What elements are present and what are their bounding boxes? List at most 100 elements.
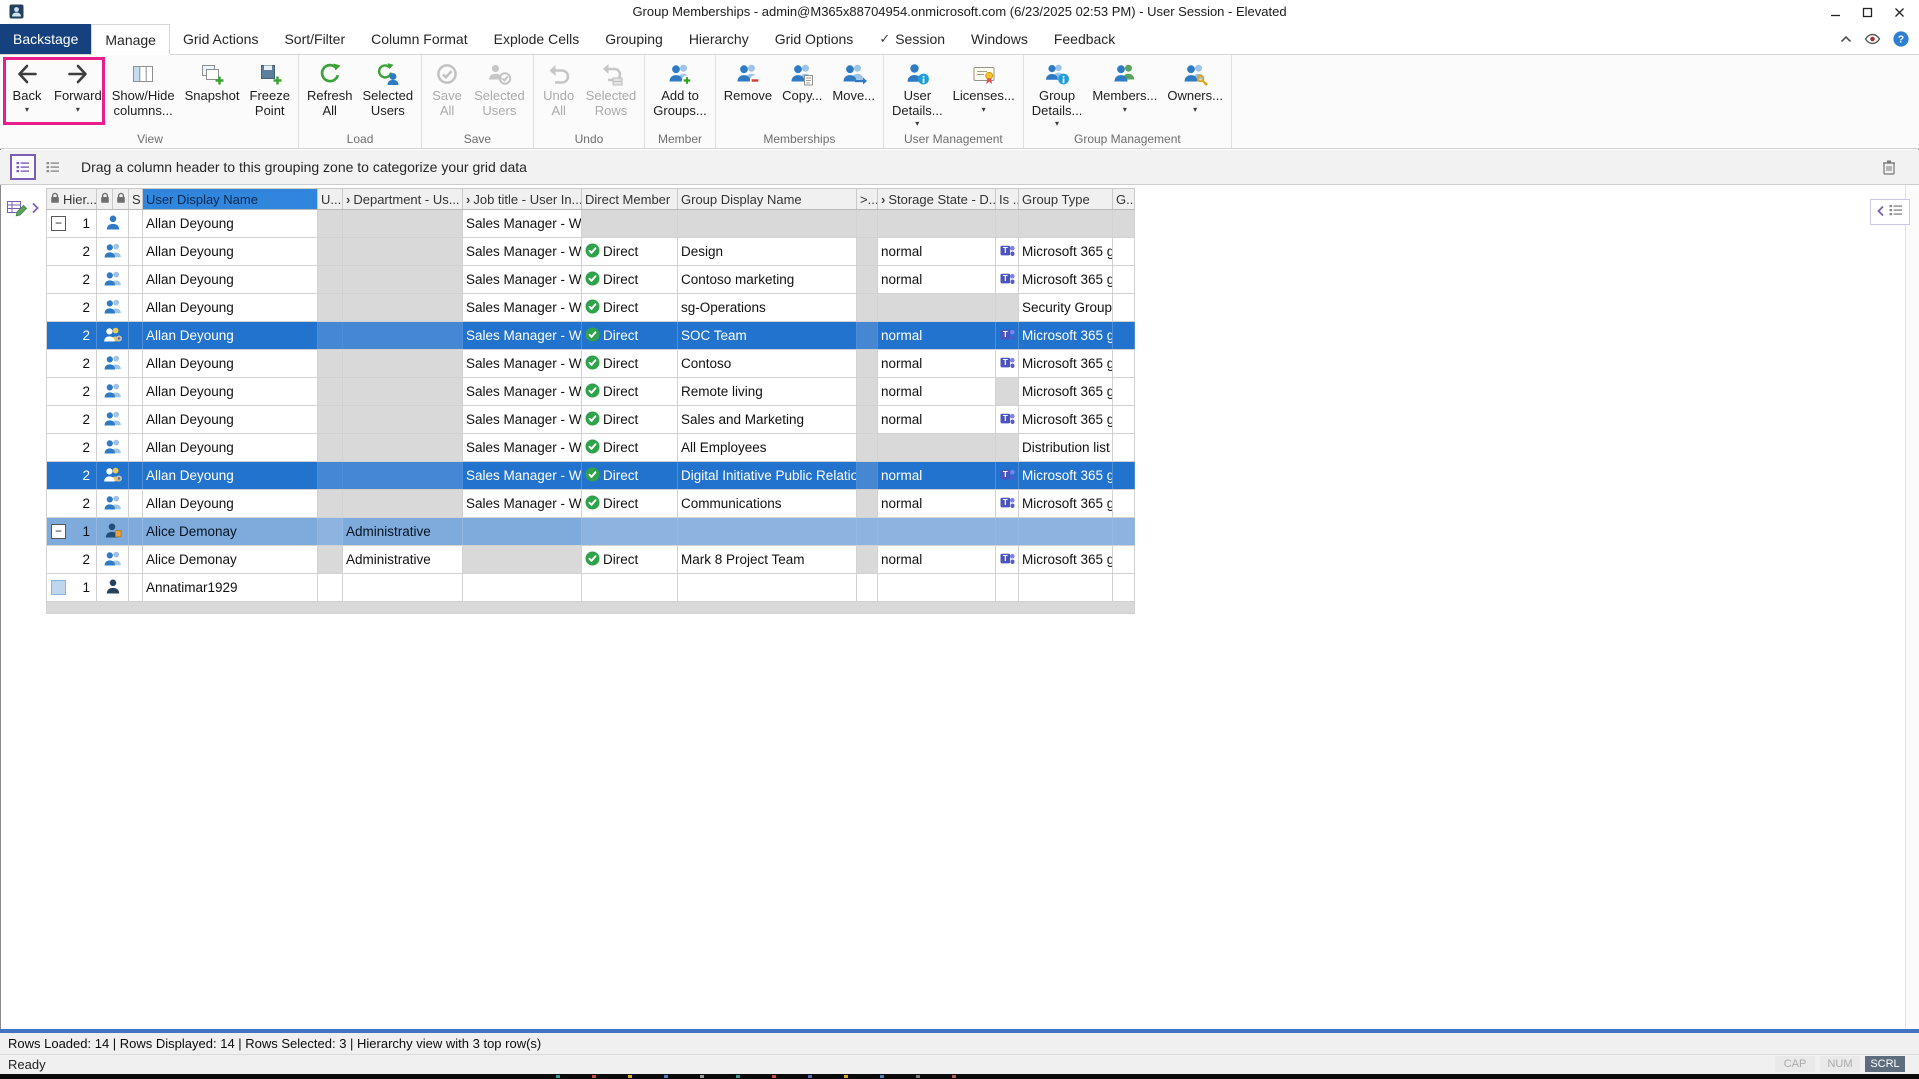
grid-row[interactable]: 2Allan DeyoungSales Manager - WesDirectC… xyxy=(46,350,1135,378)
cell-narrow[interactable] xyxy=(857,406,878,433)
column-header-direct[interactable]: Direct Member xyxy=(582,189,678,209)
cell-narrow[interactable] xyxy=(857,294,878,321)
cell-hier[interactable]: 2 xyxy=(47,322,97,349)
grid-view-toggle[interactable] xyxy=(10,154,36,180)
cell-name[interactable]: Allan Deyoung xyxy=(143,322,318,349)
cell-direct[interactable] xyxy=(582,518,678,545)
cell-job[interactable]: Sales Manager - Wes xyxy=(463,266,582,293)
cell-u[interactable] xyxy=(318,490,343,517)
expand-collapse-box[interactable]: − xyxy=(51,216,66,231)
cell-g[interactable] xyxy=(1113,434,1135,461)
cell-dept[interactable] xyxy=(343,462,463,489)
expand-collapse-box[interactable] xyxy=(51,580,66,595)
ribbon-button-copy[interactable]: Copy... xyxy=(777,56,827,104)
ribbon-button-group-details[interactable]: Group Details...▾ xyxy=(1027,56,1088,128)
tab-manage[interactable]: Manage xyxy=(91,24,170,55)
ribbon-button-show-hide-columns[interactable]: Show/Hide columns... xyxy=(107,56,180,118)
cell-icons[interactable] xyxy=(97,322,129,349)
cell-narrow[interactable] xyxy=(857,378,878,405)
cell-icons[interactable] xyxy=(97,238,129,265)
cell-direct[interactable]: Direct xyxy=(582,266,678,293)
cell-is[interactable]: T xyxy=(996,238,1019,265)
cell-g[interactable] xyxy=(1113,210,1135,237)
cell-type[interactable]: Distribution list xyxy=(1019,434,1113,461)
cell-name[interactable]: Allan Deyoung xyxy=(143,210,318,237)
tab-explode-cells[interactable]: Explode Cells xyxy=(481,24,593,54)
cell-name[interactable]: Allan Deyoung xyxy=(143,434,318,461)
column-header-lock1[interactable] xyxy=(97,189,113,209)
cell-u[interactable] xyxy=(318,462,343,489)
cell-is[interactable] xyxy=(996,378,1019,405)
cell-storage[interactable] xyxy=(878,294,996,321)
cell-storage[interactable]: normal xyxy=(878,406,996,433)
ribbon-button-refresh-all[interactable]: Refresh All xyxy=(302,56,358,118)
cell-direct[interactable]: Direct xyxy=(582,406,678,433)
column-header-job[interactable]: ›Job title - User In... xyxy=(463,189,582,209)
ribbon-button-selected-users[interactable]: Selected Users xyxy=(358,56,419,118)
cell-hier[interactable]: 2 xyxy=(47,294,97,321)
cell-hier[interactable]: −1 xyxy=(47,518,97,545)
cell-narrow[interactable] xyxy=(857,462,878,489)
cell-name[interactable]: Alice Demonay xyxy=(143,546,318,573)
cell-dept[interactable] xyxy=(343,574,463,601)
cell-group[interactable]: Contoso marketing xyxy=(678,266,857,293)
cell-job[interactable]: Sales Manager - Wes xyxy=(463,350,582,377)
cell-group[interactable]: Communications xyxy=(678,490,857,517)
cell-icons[interactable] xyxy=(97,406,129,433)
cell-type[interactable] xyxy=(1019,210,1113,237)
cell-job[interactable]: Sales Manager - We xyxy=(463,210,582,237)
tab-session[interactable]: ✓Session xyxy=(866,24,958,54)
cell-hier[interactable]: −1 xyxy=(47,210,97,237)
tab-hierarchy[interactable]: Hierarchy xyxy=(676,24,762,54)
ribbon-button-move[interactable]: Move... xyxy=(827,56,880,104)
cell-dept[interactable]: Administrative xyxy=(343,518,463,545)
cell-name[interactable]: Alice Demonay xyxy=(143,518,318,545)
cell-narrow[interactable] xyxy=(857,574,878,601)
cell-u[interactable] xyxy=(318,210,343,237)
cell-storage[interactable]: normal xyxy=(878,546,996,573)
close-button[interactable] xyxy=(1883,0,1915,24)
cell-hier[interactable]: 2 xyxy=(47,378,97,405)
cell-job[interactable] xyxy=(463,574,582,601)
cell-group[interactable]: Design xyxy=(678,238,857,265)
cell-job[interactable]: Sales Manager - Wes xyxy=(463,406,582,433)
cell-name[interactable]: Allan Deyoung xyxy=(143,406,318,433)
cell-group[interactable]: sg-Operations xyxy=(678,294,857,321)
cell-storage[interactable] xyxy=(878,518,996,545)
column-header-s[interactable]: S xyxy=(129,189,143,209)
cell-dept[interactable] xyxy=(343,238,463,265)
cell-job[interactable]: Sales Manager - Wes xyxy=(463,462,582,489)
cell-group[interactable] xyxy=(678,518,857,545)
grid-row[interactable]: −1 Allan Deyoung Sales Manager - We xyxy=(46,210,1135,238)
cell-u[interactable] xyxy=(318,546,343,573)
tab-feedback[interactable]: Feedback xyxy=(1041,24,1128,54)
ribbon-button-owners[interactable]: Owners...▾ xyxy=(1162,56,1228,114)
cell-direct[interactable]: Direct xyxy=(582,546,678,573)
collapse-ribbon-icon[interactable] xyxy=(1840,35,1852,43)
cell-s[interactable] xyxy=(129,294,143,321)
cell-s[interactable] xyxy=(129,210,143,237)
cell-is[interactable] xyxy=(996,574,1019,601)
cell-name[interactable]: Allan Deyoung xyxy=(143,266,318,293)
cell-narrow[interactable] xyxy=(857,210,878,237)
cell-hier[interactable]: 2 xyxy=(47,462,97,489)
cell-hier[interactable]: 2 xyxy=(47,266,97,293)
cell-g[interactable] xyxy=(1113,238,1135,265)
column-header-lock2[interactable] xyxy=(113,189,129,209)
ribbon-button-forward[interactable]: Forward▾ xyxy=(49,56,107,114)
cell-group[interactable] xyxy=(678,574,857,601)
cell-job[interactable] xyxy=(463,546,582,573)
cell-icons[interactable] xyxy=(97,210,129,237)
grid-row[interactable]: 2Allan DeyoungSales Manager - WesDirectD… xyxy=(46,462,1135,490)
ribbon-button-members[interactable]: Members...▾ xyxy=(1087,56,1162,114)
ribbon-button-snapshot[interactable]: Snapshot xyxy=(180,56,245,104)
cell-type[interactable]: Microsoft 365 gr xyxy=(1019,378,1113,405)
cell-u[interactable] xyxy=(318,406,343,433)
cell-storage[interactable]: normal xyxy=(878,350,996,377)
cell-narrow[interactable] xyxy=(857,518,878,545)
cell-g[interactable] xyxy=(1113,546,1135,573)
cell-s[interactable] xyxy=(129,462,143,489)
cell-type[interactable]: Microsoft 365 gr xyxy=(1019,238,1113,265)
cell-g[interactable] xyxy=(1113,490,1135,517)
ribbon-button-user-details[interactable]: User Details...▾ xyxy=(887,56,948,128)
